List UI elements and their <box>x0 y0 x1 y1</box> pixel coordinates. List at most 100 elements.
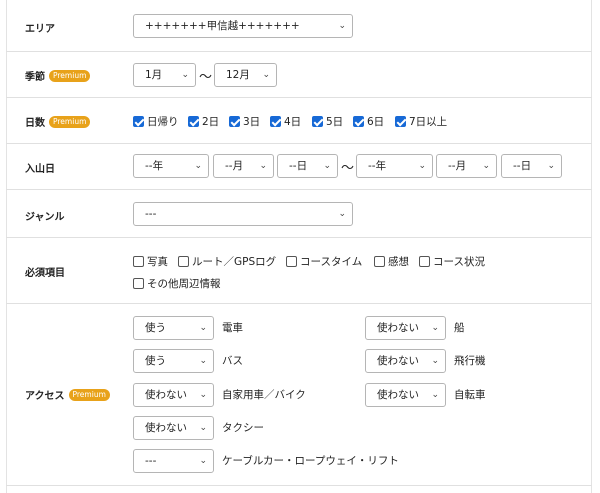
access-car-label: 自家用車／バイク <box>222 389 306 401</box>
days-option-label: 4日 <box>284 116 302 128</box>
chevron-down-icon: ⌄ <box>323 161 331 171</box>
premium-badge: Premium <box>68 388 110 401</box>
access-car-value: 使わない <box>145 389 187 401</box>
checkbox-icon[interactable] <box>133 278 144 289</box>
entry-year-from-select[interactable]: --年 ⌄ <box>133 154 209 178</box>
season-label: 季節 <box>25 72 45 83</box>
access-train-select[interactable]: 使う ⌄ <box>133 316 214 340</box>
access-plane-select[interactable]: 使わない ⌄ <box>365 349 446 373</box>
chevron-down-icon: ⌄ <box>199 390 207 400</box>
required-option-label: コース状況 <box>433 256 485 268</box>
checkbox-icon[interactable] <box>286 256 297 267</box>
entry-year-to-value: --年 <box>368 160 387 172</box>
checkbox-icon[interactable] <box>419 256 430 267</box>
entry-month-from-select[interactable]: --月 ⌄ <box>213 154 274 178</box>
required-impression[interactable]: 感想 <box>374 254 409 269</box>
checkbox-icon[interactable] <box>133 256 144 267</box>
required-option-label: 感想 <box>388 256 409 268</box>
days-option-7plus[interactable]: 7日以上 <box>395 114 447 129</box>
access-cable-label: ケーブルカー・ロープウェイ・リフト <box>222 455 399 467</box>
season-from-value: 1月 <box>145 69 163 81</box>
days-option-4[interactable]: 4日 <box>270 114 301 129</box>
access-label-group: アクセス Premium <box>25 387 110 402</box>
days-option-2[interactable]: 2日 <box>188 114 219 129</box>
access-bike-select[interactable]: 使わない ⌄ <box>365 383 446 407</box>
days-option-label: 3日 <box>243 116 261 128</box>
required-other-info[interactable]: その他周辺情報 <box>133 276 221 291</box>
days-option-dayhike[interactable]: 日帰り <box>133 114 179 129</box>
area-select-value: +++++++甲信越+++++++ <box>145 20 300 32</box>
access-taxi-label: タクシー <box>222 422 264 434</box>
range-separator: 〜 <box>199 70 213 85</box>
days-option-label: 5日 <box>326 116 344 128</box>
required-route-gps[interactable]: ルート／GPSログ <box>178 254 276 269</box>
days-label-group: 日数 Premium <box>25 114 91 129</box>
checkbox-checked-icon[interactable] <box>133 116 144 127</box>
access-ship-value: 使わない <box>377 322 419 334</box>
chevron-down-icon: ⌄ <box>194 161 202 171</box>
checkbox-checked-icon[interactable] <box>270 116 281 127</box>
entry-day-from-select[interactable]: --日 ⌄ <box>277 154 338 178</box>
checkbox-checked-icon[interactable] <box>312 116 323 127</box>
access-car-select[interactable]: 使わない ⌄ <box>133 383 214 407</box>
season-row: 季節 Premium 1月 ⌄ 〜 12月 ⌄ <box>6 52 592 98</box>
access-taxi-select[interactable]: 使わない ⌄ <box>133 416 214 440</box>
chevron-down-icon: ⌄ <box>431 323 439 333</box>
chevron-down-icon: ⌄ <box>547 161 555 171</box>
required-option-label: その他周辺情報 <box>147 278 221 290</box>
days-option-5[interactable]: 5日 <box>312 114 343 129</box>
access-bus-value: 使う <box>145 355 166 367</box>
genre-select[interactable]: --- ⌄ <box>133 202 353 226</box>
days-option-3[interactable]: 3日 <box>229 114 260 129</box>
access-ship-select[interactable]: 使わない ⌄ <box>365 316 446 340</box>
checkbox-icon[interactable] <box>374 256 385 267</box>
access-train-value: 使う <box>145 322 166 334</box>
entry-month-to-select[interactable]: --月 ⌄ <box>436 154 497 178</box>
range-separator: 〜 <box>341 161 355 176</box>
entry-year-to-select[interactable]: --年 ⌄ <box>356 154 433 178</box>
days-option-6[interactable]: 6日 <box>353 114 384 129</box>
checkbox-checked-icon[interactable] <box>229 116 240 127</box>
chevron-down-icon: ⌄ <box>338 21 346 31</box>
chevron-down-icon: ⌄ <box>181 70 189 80</box>
access-plane-value: 使わない <box>377 355 419 367</box>
access-taxi-value: 使わない <box>145 422 187 434</box>
checkbox-icon[interactable] <box>178 256 189 267</box>
days-option-label: 6日 <box>367 116 385 128</box>
checkbox-checked-icon[interactable] <box>188 116 199 127</box>
genre-label: ジャンル <box>25 212 65 223</box>
area-select[interactable]: +++++++甲信越+++++++ ⌄ <box>133 14 353 38</box>
chevron-down-icon: ⌄ <box>199 356 207 366</box>
season-from-select[interactable]: 1月 ⌄ <box>133 63 196 87</box>
entry-date-row: 入山日 --年 ⌄ --月 ⌄ --日 ⌄ 〜 --年 ⌄ --月 ⌄ --日 … <box>6 144 592 190</box>
entry-month-to-value: --月 <box>448 160 467 172</box>
chevron-down-icon: ⌄ <box>199 423 207 433</box>
required-items-row: 必須項目 写真 ルート／GPSログ コースタイム 感想 コース状況 その他周辺情… <box>6 238 592 304</box>
chevron-down-icon: ⌄ <box>431 390 439 400</box>
season-to-value: 12月 <box>226 69 250 81</box>
days-label: 日数 <box>25 118 45 129</box>
chevron-down-icon: ⌄ <box>418 161 426 171</box>
premium-badge: Premium <box>49 69 91 82</box>
entry-day-to-select[interactable]: --日 ⌄ <box>501 154 562 178</box>
required-photo[interactable]: 写真 <box>133 254 168 269</box>
season-label-group: 季節 Premium <box>25 68 91 83</box>
required-course-condition[interactable]: コース状況 <box>419 254 485 269</box>
area-label: エリア <box>25 24 55 35</box>
required-option-label: ルート／GPSログ <box>192 256 277 268</box>
season-to-select[interactable]: 12月 ⌄ <box>214 63 277 87</box>
access-cable-select[interactable]: --- ⌄ <box>133 449 214 473</box>
checkbox-checked-icon[interactable] <box>353 116 364 127</box>
access-bus-select[interactable]: 使う ⌄ <box>133 349 214 373</box>
days-option-label: 7日以上 <box>409 116 448 128</box>
required-course-time[interactable]: コースタイム <box>286 254 362 269</box>
access-bike-value: 使わない <box>377 389 419 401</box>
chevron-down-icon: ⌄ <box>482 161 490 171</box>
days-option-label: 日帰り <box>147 116 179 128</box>
access-ship-label: 船 <box>454 322 465 334</box>
entry-day-from-value: --日 <box>289 160 308 172</box>
entry-year-from-value: --年 <box>145 160 164 172</box>
access-plane-label: 飛行機 <box>454 355 486 367</box>
checkbox-checked-icon[interactable] <box>395 116 406 127</box>
entry-date-label: 入山日 <box>25 164 55 175</box>
